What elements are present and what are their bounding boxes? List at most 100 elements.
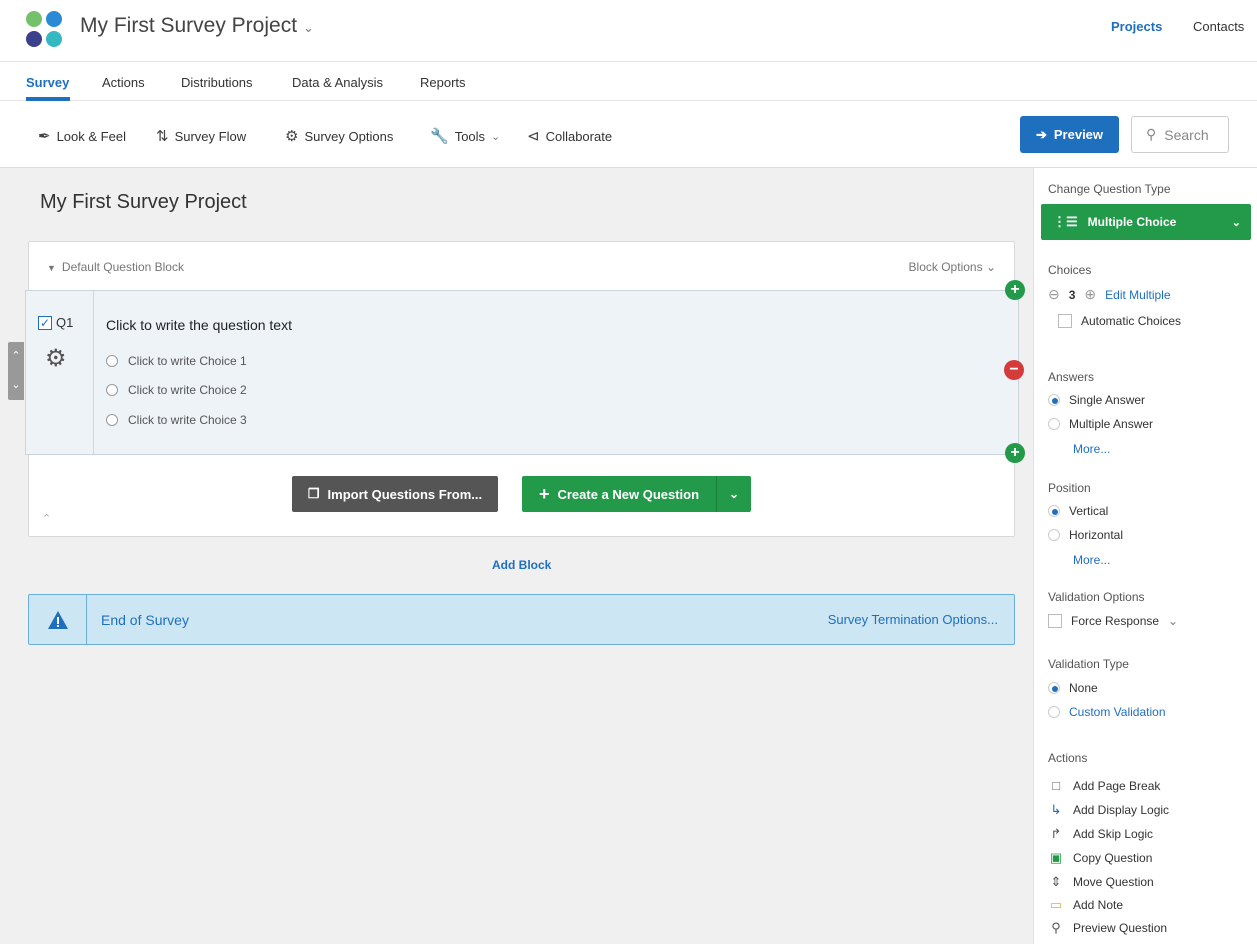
tools-menu-button[interactable]: 🔧 Tools ⌄ xyxy=(430,127,500,145)
action-label: Move Question xyxy=(1073,875,1154,889)
search-input[interactable]: ⚲ Search xyxy=(1131,116,1229,153)
choice-3[interactable]: Click to write Choice 3 xyxy=(106,413,247,427)
import-questions-button[interactable]: ❐ Import Questions From... xyxy=(292,476,498,512)
app-logo[interactable] xyxy=(26,11,64,49)
survey-flow-button[interactable]: ⇅ Survey Flow xyxy=(156,127,246,145)
chevron-up-icon[interactable]: ⌃ xyxy=(8,342,24,371)
collaborate-button[interactable]: ⊲ Collaborate xyxy=(527,127,612,145)
horizontal-option[interactable]: Horizontal xyxy=(1048,528,1123,542)
radio-icon xyxy=(106,384,118,396)
validation-none-option[interactable]: None xyxy=(1048,681,1098,695)
add-display-logic-action[interactable]: ↳ Add Display Logic xyxy=(1048,802,1170,818)
create-question-button[interactable]: + Create a New Question ⌄ xyxy=(522,476,751,512)
preview-label: Preview xyxy=(1053,127,1104,142)
create-question-main[interactable]: + Create a New Question xyxy=(522,484,716,505)
gear-icon[interactable]: ⚙ xyxy=(45,344,67,373)
minus-circle-icon[interactable]: ⊖ xyxy=(1048,286,1060,303)
create-question-caret[interactable]: ⌄ xyxy=(716,476,751,512)
add-block-link[interactable]: Add Block xyxy=(492,558,551,572)
radio-icon[interactable] xyxy=(1048,706,1060,718)
multiple-answer-option[interactable]: Multiple Answer xyxy=(1048,417,1153,431)
copy-question-action[interactable]: ▣ Copy Question xyxy=(1048,850,1153,866)
preview-button[interactable]: ➔ Preview xyxy=(1020,116,1119,153)
question-select-checkbox[interactable]: ✓ xyxy=(38,316,52,330)
end-of-survey-element[interactable]: End of Survey Survey Termination Options… xyxy=(28,594,1015,645)
gear-icon: ⚙ xyxy=(285,128,299,145)
nav-contacts-link[interactable]: Contacts xyxy=(1193,19,1244,34)
answers-more-link[interactable]: More... xyxy=(1073,442,1110,456)
action-label: Add Skip Logic xyxy=(1073,827,1154,841)
search-icon: ⚲ xyxy=(1051,920,1061,935)
radio-icon[interactable] xyxy=(1048,682,1060,694)
radio-icon[interactable] xyxy=(1048,418,1060,430)
end-survey-icon-box xyxy=(29,595,87,644)
block-options-label: Block Options xyxy=(908,260,983,274)
force-response-option[interactable]: Force Response ⌄ xyxy=(1048,614,1178,628)
vertical-option[interactable]: Vertical xyxy=(1048,504,1108,518)
edit-multiple-link[interactable]: Edit Multiple xyxy=(1105,288,1170,302)
display-logic-icon: ↳ xyxy=(1050,802,1062,817)
choice-label: Click to write Choice 1 xyxy=(128,354,247,368)
block-name: Default Question Block xyxy=(61,260,184,274)
preview-question-action[interactable]: ⚲ Preview Question xyxy=(1048,920,1167,936)
survey-options-button[interactable]: ⚙ Survey Options xyxy=(285,127,393,145)
remove-question-minus-icon[interactable]: − xyxy=(1004,360,1024,380)
move-question-handle[interactable]: ⌃ ⌄ xyxy=(8,342,24,400)
plus-circle-icon[interactable]: ⊕ xyxy=(1084,286,1096,303)
force-response-checkbox[interactable] xyxy=(1048,614,1062,628)
survey-flow-label: Survey Flow xyxy=(174,128,247,144)
paintbrush-icon: ✒ xyxy=(38,128,51,145)
automatic-choices-checkbox[interactable] xyxy=(1058,314,1072,328)
question-text[interactable]: Click to write the question text xyxy=(106,317,292,333)
add-above-plus-icon[interactable]: + xyxy=(1005,280,1025,300)
chevron-down-icon[interactable]: ⌄ xyxy=(8,371,24,400)
radio-icon[interactable] xyxy=(1048,529,1060,541)
list-icon: ⋮☰ xyxy=(1053,214,1078,229)
action-label: Preview Question xyxy=(1073,921,1168,935)
position-more-link[interactable]: More... xyxy=(1073,553,1110,567)
question-type-label: Multiple Choice xyxy=(1087,215,1177,229)
single-answer-option[interactable]: Single Answer xyxy=(1048,393,1145,407)
tab-reports[interactable]: Reports xyxy=(420,75,466,90)
project-title-dropdown[interactable]: My First Survey Project ⌄ xyxy=(80,14,314,38)
question-q1[interactable]: ✓ Q1 ⚙ Click to write the question text … xyxy=(25,290,1019,455)
add-skip-logic-action[interactable]: ↱ Add Skip Logic xyxy=(1048,826,1154,842)
chevron-down-icon: ⌄ xyxy=(303,20,314,35)
change-type-title: Change Question Type xyxy=(1048,182,1171,196)
block-header[interactable]: ▼ Default Question Block xyxy=(47,260,184,274)
tab-data-analysis[interactable]: Data & Analysis xyxy=(292,75,383,90)
single-answer-label: Single Answer xyxy=(1069,393,1146,407)
choice-2[interactable]: Click to write Choice 2 xyxy=(106,383,247,397)
question-gutter: ✓ Q1 ⚙ xyxy=(26,291,94,454)
import-label: Import Questions From... xyxy=(327,486,483,502)
radio-icon[interactable] xyxy=(1048,505,1060,517)
survey-toolbar: ✒ Look & Feel ⇅ Survey Flow ⚙ Survey Opt… xyxy=(0,101,1257,168)
choices-title: Choices xyxy=(1048,263,1092,277)
add-note-action[interactable]: ▭ Add Note xyxy=(1048,897,1123,913)
search-icon: ⚲ xyxy=(1146,126,1157,142)
custom-validation-option[interactable]: Custom Validation xyxy=(1048,705,1166,719)
question-type-dropdown[interactable]: ⋮☰ Multiple Choice ⌄ xyxy=(1041,204,1251,240)
chevron-down-icon[interactable]: ⌄ xyxy=(1168,614,1178,628)
move-question-action[interactable]: ⇕ Move Question xyxy=(1048,874,1154,890)
automatic-choices-option[interactable]: Automatic Choices xyxy=(1058,314,1181,328)
chevron-down-icon: ⌄ xyxy=(985,260,996,274)
add-page-break-action[interactable]: □ Add Page Break xyxy=(1048,778,1160,793)
radio-icon[interactable] xyxy=(1048,394,1060,406)
choice-1[interactable]: Click to write Choice 1 xyxy=(106,354,247,368)
chevron-down-icon: ⌄ xyxy=(491,130,501,143)
tab-survey[interactable]: Survey xyxy=(26,75,69,90)
block-options-dropdown[interactable]: Block Options ⌄ xyxy=(909,260,996,274)
look-feel-button[interactable]: ✒ Look & Feel xyxy=(38,127,126,145)
survey-termination-options-link[interactable]: Survey Termination Options... xyxy=(828,612,998,627)
answers-title: Answers xyxy=(1048,370,1095,384)
position-title: Position xyxy=(1048,481,1091,495)
survey-options-label: Survey Options xyxy=(304,128,394,144)
nav-projects-link[interactable]: Projects xyxy=(1111,19,1162,34)
add-below-plus-icon[interactable]: + xyxy=(1005,443,1025,463)
tab-actions[interactable]: Actions xyxy=(102,75,145,90)
chevron-down-icon: ⌄ xyxy=(1231,216,1241,229)
tab-distributions[interactable]: Distributions xyxy=(181,75,253,90)
chevron-up-icon[interactable]: ⌃ xyxy=(42,512,51,525)
warning-icon xyxy=(47,610,68,629)
